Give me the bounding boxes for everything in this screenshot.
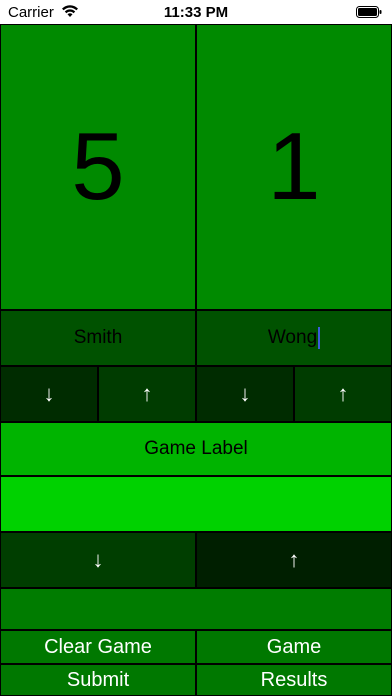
blank-bar[interactable] [0, 588, 392, 630]
score-right[interactable]: 1 [196, 24, 392, 310]
score-left-value: 5 [71, 113, 125, 220]
score-right-value: 1 [267, 113, 321, 220]
game-label-field[interactable]: Game Label [0, 422, 392, 476]
down-arrow-icon: ↓ [239, 381, 251, 406]
clear-game-label: Clear Game [44, 635, 152, 658]
game-button[interactable]: Game [196, 630, 392, 664]
results-button[interactable]: Results [196, 664, 392, 696]
battery-icon [356, 6, 382, 18]
player-right-name: Wong [267, 327, 318, 348]
submit-label: Submit [66, 668, 130, 691]
game-label: Game [266, 635, 322, 658]
right-increment-button[interactable]: ↑ [294, 366, 392, 422]
player-left-name-field[interactable]: Smith [0, 310, 196, 366]
up-arrow-icon: ↑ [141, 381, 153, 406]
left-decrement-button[interactable]: ↓ [0, 366, 98, 422]
game-increment-button[interactable]: ↑ [196, 532, 392, 588]
score-left[interactable]: 5 [0, 24, 196, 310]
status-bar: Carrier 11:33 PM [0, 0, 392, 24]
right-decrement-button[interactable]: ↓ [196, 366, 294, 422]
up-arrow-icon: ↑ [337, 381, 349, 406]
player-right-name-field[interactable]: Wong [196, 310, 392, 366]
clock: 11:33 PM [163, 4, 229, 21]
game-decrement-button[interactable]: ↓ [0, 532, 196, 588]
text-caret [318, 327, 321, 349]
clear-game-button[interactable]: Clear Game [0, 630, 196, 664]
submit-button[interactable]: Submit [0, 664, 196, 696]
up-arrow-icon: ↑ [288, 547, 300, 572]
game-label-text: Game Label [144, 438, 248, 459]
app-area: 5 1 Smith Wong ↓ ↑ ↓ ↑ Game Label ↓ ↑ Cl… [0, 24, 392, 696]
results-label: Results [260, 668, 328, 691]
down-arrow-icon: ↓ [92, 547, 104, 572]
player-left-name: Smith [73, 327, 123, 348]
left-increment-button[interactable]: ↑ [98, 366, 196, 422]
bright-bar[interactable] [0, 476, 392, 532]
down-arrow-icon: ↓ [43, 381, 55, 406]
